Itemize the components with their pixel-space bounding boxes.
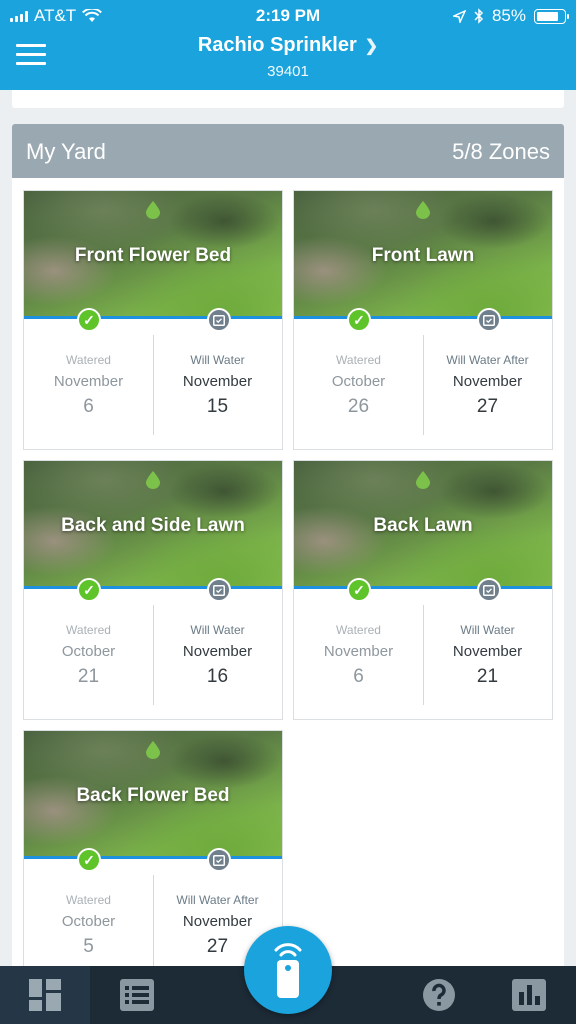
water-drop-icon <box>146 201 160 219</box>
last-watered: Watered November 6 <box>294 603 423 703</box>
watered-label: Watered <box>66 893 111 907</box>
zone-photo: Back and Side Lawn <box>24 461 282 589</box>
watered-month: October <box>331 373 386 390</box>
next-label: Will Water <box>460 623 515 637</box>
watered-month: October <box>61 643 116 660</box>
watered-label: Watered <box>66 353 111 367</box>
watered-label: Watered <box>336 353 381 367</box>
status-bar: AT&T 2:19 PM 85% <box>0 0 576 30</box>
zone-card[interactable]: Back and Side Lawn ✓ Watered October 21 … <box>23 460 283 720</box>
controller-selector[interactable]: Rachio Sprinkler ❯ 39401 <box>0 34 576 80</box>
watered-month: October <box>61 913 116 930</box>
location-icon <box>452 9 466 23</box>
checkmark-icon: ✓ <box>77 848 101 872</box>
watered-day: 6 <box>353 666 364 687</box>
watered-month: November <box>53 373 124 390</box>
next-day: 21 <box>476 666 499 687</box>
last-watered: Watered October 26 <box>294 333 423 433</box>
page-title[interactable]: Rachio Sprinkler <box>198 34 357 57</box>
watered-day: 21 <box>77 666 100 687</box>
remote-button[interactable] <box>244 926 332 1014</box>
next-watering: Will Water November 21 <box>423 603 552 703</box>
calendar-icon <box>207 578 231 602</box>
zone-card[interactable]: Front Flower Bed ✓ Watered November 6 Wi… <box>23 190 283 450</box>
water-drop-icon <box>416 471 430 489</box>
calendar-icon <box>207 848 231 872</box>
nav-statistics[interactable] <box>484 966 574 1024</box>
app-header: AT&T 2:19 PM 85% Rachio Sprinkler ❯ 3940… <box>0 0 576 90</box>
zone-name: Back Flower Bed <box>76 785 230 806</box>
checkmark-icon: ✓ <box>77 578 101 602</box>
next-watering: Will Water After November 27 <box>423 333 552 433</box>
watered-day: 26 <box>347 396 370 417</box>
zone-card[interactable]: Back Lawn ✓ Watered November 6 Will Wate… <box>293 460 553 720</box>
last-watered: Watered October 21 <box>24 603 153 703</box>
zone-name: Front Flower Bed <box>74 245 232 266</box>
section-title: My Yard <box>26 139 106 164</box>
watered-label: Watered <box>336 623 381 637</box>
next-day: 16 <box>206 666 229 687</box>
zone-name: Back and Side Lawn <box>61 515 245 536</box>
battery-percent: 85% <box>491 6 526 25</box>
calendar-icon <box>477 578 501 602</box>
checkmark-icon: ✓ <box>77 308 101 332</box>
watered-label: Watered <box>66 623 111 637</box>
next-watering: Will Water November 15 <box>153 333 282 433</box>
next-month: November <box>182 643 253 660</box>
remote-control-icon <box>274 943 302 998</box>
page-subtitle: 39401 <box>267 63 309 80</box>
next-month: November <box>452 643 523 660</box>
previous-card-bottom <box>12 90 564 108</box>
next-label: Will Water After <box>176 893 259 907</box>
last-watered: Watered November 6 <box>24 333 153 433</box>
zone-photo: Back Flower Bed <box>24 731 282 859</box>
zone-count: 5/8 Zones <box>452 139 550 164</box>
help-icon <box>423 979 455 1011</box>
calendar-icon <box>207 308 231 332</box>
calendar-icon <box>477 308 501 332</box>
chevron-right-icon: ❯ <box>364 37 379 55</box>
next-day: 27 <box>476 396 499 417</box>
battery-icon <box>534 8 569 24</box>
nav-help[interactable] <box>394 966 484 1024</box>
nav-dashboard[interactable] <box>0 966 90 1024</box>
next-month: November <box>452 373 523 390</box>
water-drop-icon <box>416 201 430 219</box>
water-drop-icon <box>146 741 160 759</box>
nav-schedule-list[interactable] <box>92 966 182 1024</box>
bar-chart-icon <box>512 979 546 1011</box>
next-watering: Will Water November 16 <box>153 603 282 703</box>
zone-name: Back Lawn <box>373 515 473 536</box>
zone-card[interactable]: Front Lawn ✓ Watered October 26 Will Wat… <box>293 190 553 450</box>
next-label: Will Water <box>190 623 245 637</box>
zone-card[interactable]: Back Flower Bed ✓ Watered October 5 Will… <box>23 730 283 990</box>
next-label: Will Water After <box>446 353 529 367</box>
list-icon <box>120 979 154 1011</box>
next-month: November <box>182 373 253 390</box>
water-drop-icon <box>146 471 160 489</box>
watered-day: 6 <box>83 396 94 417</box>
next-label: Will Water <box>190 353 245 367</box>
bluetooth-icon <box>474 8 484 24</box>
zone-photo: Front Lawn <box>294 191 552 319</box>
section-header: My Yard 5/8 Zones <box>12 124 564 178</box>
watered-month: November <box>323 643 394 660</box>
last-watered: Watered October 5 <box>24 873 153 973</box>
next-day: 15 <box>206 396 229 417</box>
checkmark-icon: ✓ <box>347 308 371 332</box>
checkmark-icon: ✓ <box>347 578 371 602</box>
zone-name: Front Lawn <box>371 245 475 266</box>
zone-photo: Front Flower Bed <box>24 191 282 319</box>
zone-photo: Back Lawn <box>294 461 552 589</box>
watered-day: 5 <box>83 936 94 957</box>
next-month: November <box>182 913 253 930</box>
dashboard-icon <box>29 979 61 1011</box>
